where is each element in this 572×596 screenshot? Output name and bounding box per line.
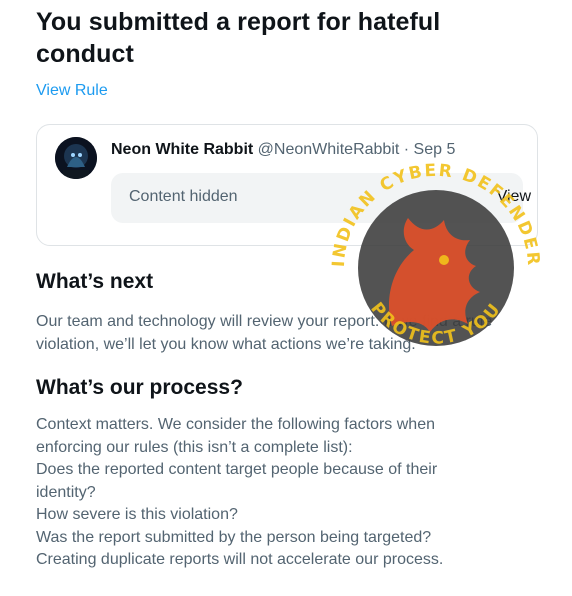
process-line: Was the report submitted by the person b… bbox=[36, 528, 432, 546]
process-line: identity? bbox=[36, 483, 96, 501]
page-title: You submitted a report for hateful condu… bbox=[36, 6, 536, 70]
avatar[interactable] bbox=[55, 137, 97, 179]
whats-next-line: Our team and technology will review your… bbox=[36, 313, 493, 330]
whats-next-text: Our team and technology will review your… bbox=[36, 311, 542, 356]
author-handle-date: @NeonWhiteRabbit · Sep 5 bbox=[257, 141, 456, 158]
process-line: Context matters. We consider the followi… bbox=[36, 416, 435, 433]
author-name[interactable]: Neon White Rabbit bbox=[111, 141, 253, 158]
process-heading: What’s our process? bbox=[36, 376, 243, 399]
post-header: Neon White Rabbit @NeonWhiteRabbit · Sep… bbox=[111, 141, 455, 159]
process-line: Does the reported content target people … bbox=[36, 461, 438, 478]
view-hidden-content-button[interactable]: View bbox=[497, 188, 531, 206]
page-title-line-2: conduct bbox=[36, 40, 134, 68]
hidden-content-box: Content hidden View bbox=[111, 173, 531, 223]
whats-next-heading: What’s next bbox=[36, 270, 154, 293]
whats-next-line: violation, we’ll let you know what actio… bbox=[36, 335, 416, 353]
reported-post-card[interactable]: Neon White Rabbit @NeonWhiteRabbit · Sep… bbox=[36, 124, 538, 246]
avatar-image-icon bbox=[55, 137, 97, 179]
process-line: How severe is this violation? bbox=[36, 506, 238, 523]
process-text: Context matters. We consider the followi… bbox=[36, 414, 542, 572]
page-title-line-1: You submitted a report for hateful bbox=[36, 8, 441, 36]
process-line: Creating duplicate reports will not acce… bbox=[36, 551, 444, 568]
view-rule-link[interactable]: View Rule bbox=[36, 82, 108, 100]
process-line: enforcing our rules (this isn’t a comple… bbox=[36, 438, 353, 456]
content-hidden-label: Content hidden bbox=[129, 188, 238, 205]
report-confirmation-page: You submitted a report for hateful condu… bbox=[36, 0, 538, 568]
